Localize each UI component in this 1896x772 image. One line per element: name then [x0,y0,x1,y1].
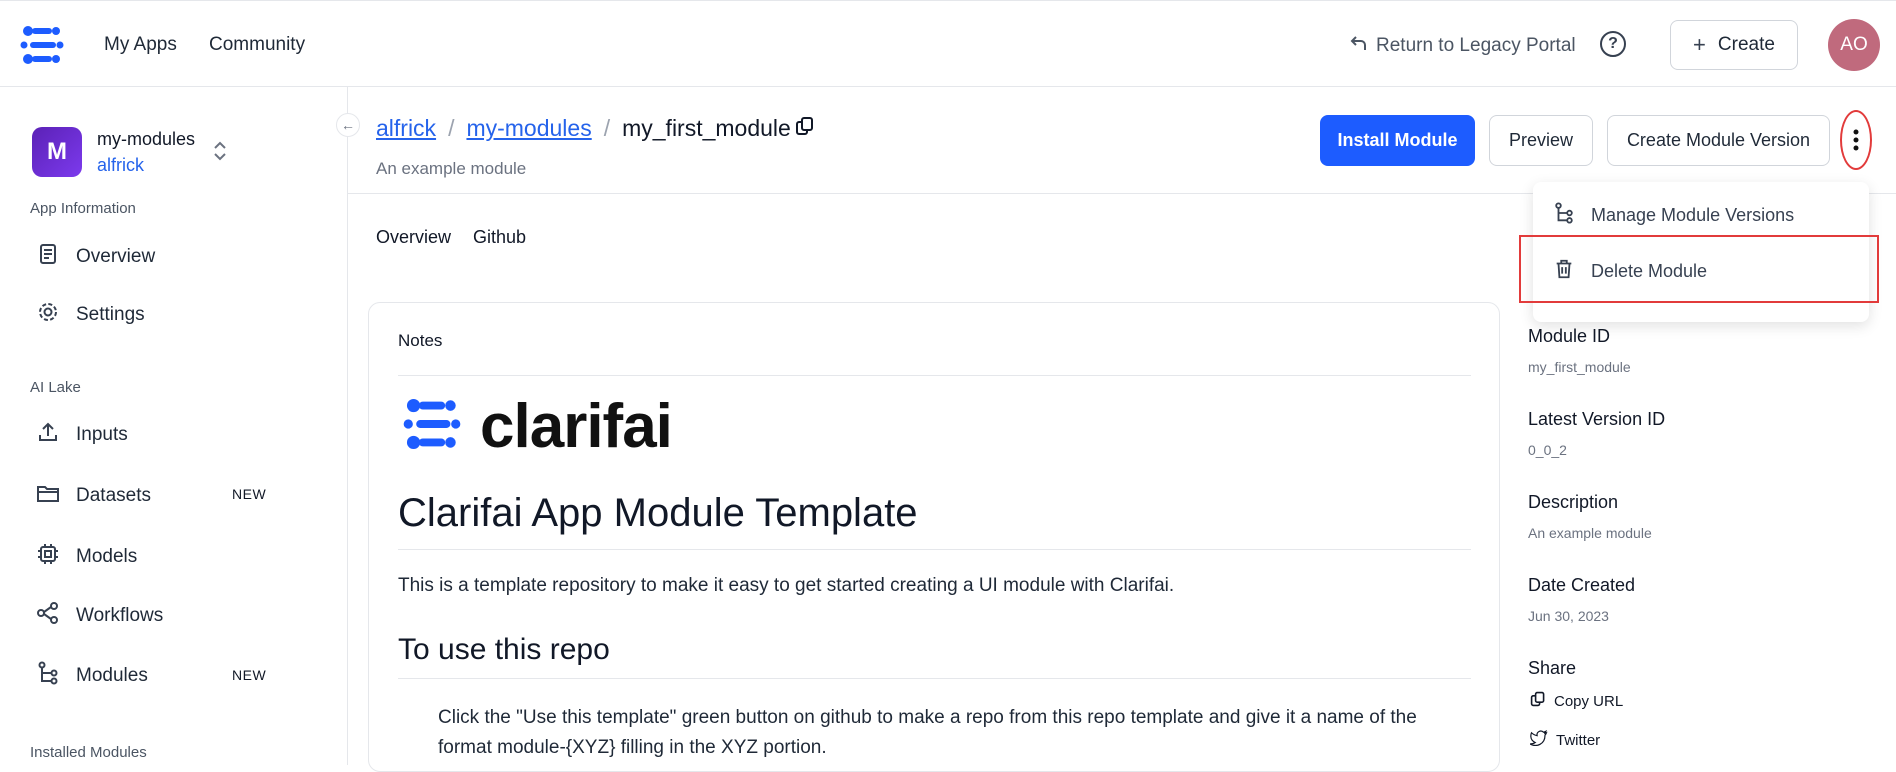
divider [398,678,1471,679]
upload-icon [36,420,60,450]
folder-icon [36,481,60,511]
module-subtitle: An example module [376,159,527,178]
menu-item-manage-versions[interactable]: Manage Module Versions [1553,202,1794,229]
section-installed-modules: Installed Modules [30,744,147,761]
sidebar-item-models[interactable]: Models [36,542,137,572]
copy-url-label: Copy URL [1554,692,1624,710]
module-id-label: Module ID [1528,326,1611,346]
sidebar-item-label: Datasets [76,485,151,506]
chevron-up-down-icon[interactable] [212,139,228,164]
tab-bar: Overview Github [376,227,526,248]
sidebar-item-label: Overview [76,246,156,267]
install-module-button[interactable]: Install Module [1320,115,1475,166]
clarifai-brand: clarifai [398,391,673,462]
clarifai-logo-icon[interactable] [20,23,64,72]
clarifai-logo-icon [398,395,466,458]
module-id-section: Module ID my_first_module [1528,326,1631,375]
tree-icon [36,661,60,691]
sidebar-item-label: Models [76,546,138,567]
help-icon[interactable]: ? [1600,31,1626,57]
app-owner-link[interactable]: alfrick [97,155,144,176]
copy-icon [1530,691,1546,711]
return-arrow-icon [1350,34,1368,58]
share-nodes-icon [36,601,60,631]
twitter-link[interactable]: Twitter [1527,729,1601,750]
clarifai-wordmark: clarifai [480,392,673,461]
section-ai-lake: AI Lake [30,379,81,396]
copy-icon[interactable] [795,115,815,142]
sidebar-item-label: Settings [76,304,145,325]
breadcrumb-app-link[interactable]: my-modules [466,115,591,142]
avatar[interactable]: AO [1828,19,1880,71]
sidebar-item-datasets[interactable]: Datasets [36,481,151,511]
chip-icon [36,542,60,572]
create-module-version-button[interactable]: Create Module Version [1607,115,1830,166]
notes-paragraph: This is a template repository to make it… [398,575,1175,596]
date-section: Date Created Jun 30, 2023 [1528,575,1635,624]
nav-community[interactable]: Community [209,34,305,56]
app-name[interactable]: my-modules [97,129,195,150]
return-legacy-link[interactable]: Return to Legacy Portal [1350,34,1576,58]
description-value: An example module [1528,525,1652,541]
notes-title: Notes [398,331,443,350]
description-section: Description An example module [1528,492,1652,541]
create-button[interactable]: + Create [1670,20,1798,70]
nav-my-apps[interactable]: My Apps [104,34,177,56]
twitter-label: Twitter [1556,731,1601,749]
breadcrumb-separator: / [448,115,455,141]
app-badge: M [32,127,82,177]
sidebar-item-inputs[interactable]: Inputs [36,420,128,450]
return-legacy-label: Return to Legacy Portal [1376,35,1576,56]
date-label: Date Created [1528,575,1636,595]
share-label: Share [1528,658,1577,678]
version-section: Latest Version ID 0_0_2 [1528,409,1665,458]
notes-subheading: To use this repo [398,633,610,666]
collapse-sidebar-icon[interactable]: ← [336,113,360,137]
twitter-icon [1527,729,1548,750]
notes-card: Notes clarifai Clarifai App Module Templ… [368,302,1500,772]
sidebar-item-settings[interactable]: Settings [36,300,145,330]
plus-icon: + [1693,32,1706,57]
breadcrumb-separator: / [603,115,611,141]
new-badge: NEW [232,667,267,683]
notes-heading: Clarifai App Module Template [398,491,918,535]
sidebar-item-label: Modules [76,665,148,686]
new-badge: NEW [232,486,267,502]
sidebar-item-overview[interactable]: Overview [36,242,155,272]
notes-paragraph: Click the "Use this template" green butt… [438,707,1417,758]
sidebar-item-label: Inputs [76,424,128,445]
sidebar-item-label: Workflows [76,605,164,626]
module-id-value: my_first_module [1528,359,1631,375]
tree-icon [1553,202,1575,229]
date-value: Jun 30, 2023 [1528,608,1609,624]
divider [398,549,1471,550]
preview-button[interactable]: Preview [1489,115,1593,166]
gear-icon [36,300,60,330]
tab-overview[interactable]: Overview [376,227,451,248]
version-label: Latest Version ID [1528,409,1666,429]
sidebar: M my-modules alfrick App Information Ove… [0,87,348,765]
more-options-icon[interactable] [1840,110,1872,170]
breadcrumb: alfrick / my-modules / my_first_module [376,115,815,142]
share-section: Share [1528,658,1576,679]
page-title: my_first_module [622,115,791,141]
create-label: Create [1717,34,1775,55]
version-value: 0_0_2 [1528,442,1567,458]
sidebar-item-workflows[interactable]: Workflows [36,601,163,631]
document-icon [36,242,60,272]
section-app-information: App Information [30,200,136,217]
menu-item-label: Manage Module Versions [1591,205,1795,225]
breadcrumb-owner-link[interactable]: alfrick [376,115,436,142]
tab-github[interactable]: Github [473,227,526,248]
top-bar: My Apps Community Return to Legacy Porta… [0,0,1896,87]
copy-url-link[interactable]: Copy URL [1530,691,1623,711]
delete-highlight-box [1519,235,1879,303]
divider [398,375,1471,376]
sidebar-item-modules[interactable]: Modules [36,661,148,691]
description-label: Description [1528,492,1619,512]
